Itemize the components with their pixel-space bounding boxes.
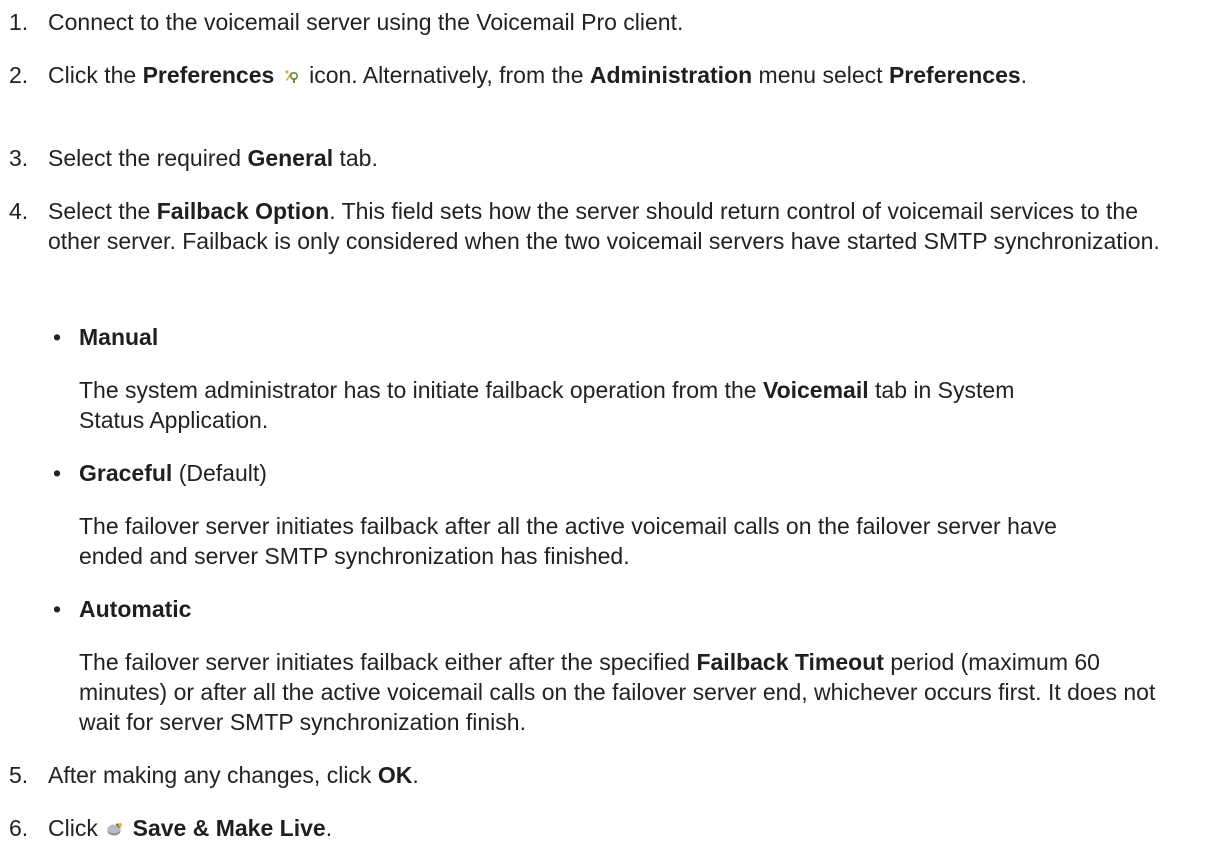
option-manual: • Manual	[53, 322, 1203, 352]
failback-option-label: Failback Option	[156, 198, 330, 224]
step-4: 4. Select the Failback Option. This fiel…	[9, 196, 1185, 256]
option-title: Automatic	[79, 596, 192, 622]
option-graceful-description: The failover server initiates failback a…	[79, 513, 1057, 569]
option-automatic-description: The failover server initiates failback e…	[79, 649, 1156, 735]
step-number: 2.	[9, 62, 29, 88]
preferences-label: Preferences	[142, 62, 275, 88]
step-6: 6. Click Save & Make Live.	[9, 813, 1203, 843]
step-1: 1. Connect to the voicemail server using…	[9, 7, 1203, 37]
default-note: (Default)	[172, 460, 267, 486]
ok-label: OK	[377, 762, 413, 788]
bullet: •	[53, 460, 62, 486]
general-tab-label: General	[247, 145, 334, 171]
preferences-icon	[285, 70, 298, 83]
voicemail-tab-label: Voicemail	[762, 377, 869, 403]
failback-timeout-label: Failback Timeout	[696, 649, 884, 675]
option-manual-description: The system administrator has to initiate…	[79, 377, 1015, 433]
step-3: 3. Select the required General tab.	[9, 143, 1203, 173]
administration-menu-label: Administration	[589, 62, 753, 88]
step-number: 1.	[9, 9, 29, 35]
step-text: Select the Failback Option. This field s…	[48, 198, 1160, 254]
step-text: Click the Preferences icon. Alternativel…	[48, 62, 1028, 88]
save-make-live-icon	[107, 823, 123, 836]
step-number: 4.	[9, 198, 29, 224]
instructions-page: 1. Connect to the voicemail server using…	[0, 0, 1223, 852]
step-number: 6.	[9, 815, 29, 841]
preferences-menu-item-label: Preferences	[888, 62, 1021, 88]
step-2: 2. Click the Preferences icon. Alternati…	[9, 60, 1083, 90]
step-5: 5. After making any changes, click OK.	[9, 760, 1203, 790]
step-number: 3.	[9, 145, 29, 171]
step-text: After making any changes, click OK.	[48, 762, 419, 788]
option-automatic: • Automatic	[53, 594, 1203, 624]
step-text: Select the required General tab.	[48, 145, 378, 171]
step-text: Connect to the voicemail server using th…	[48, 9, 684, 35]
option-graceful: • Graceful (Default)	[53, 458, 1203, 488]
option-title: Manual	[79, 324, 159, 350]
save-make-live-label: Save & Make Live	[132, 815, 326, 841]
bullet: •	[53, 596, 62, 622]
bullet: •	[53, 324, 62, 350]
step-text: Click Save & Make Live.	[48, 815, 333, 841]
step-number: 5.	[9, 762, 29, 788]
option-title: Graceful	[79, 460, 173, 486]
